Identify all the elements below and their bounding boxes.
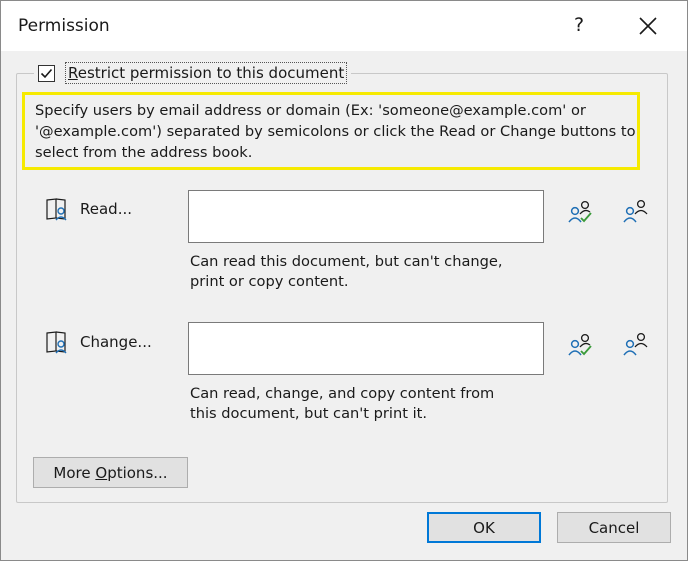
check-names-icon[interactable]	[567, 199, 595, 225]
change-button[interactable]: Change...	[44, 329, 152, 355]
checkmark-icon	[40, 68, 53, 78]
address-book-icon	[46, 331, 67, 354]
restrict-permission-label[interactable]: Restrict permission to this document	[65, 62, 348, 84]
title-bar: Permission ?	[1, 1, 687, 51]
address-book-icon	[46, 198, 67, 221]
change-description-line: Can read, change, and copy content from	[190, 385, 495, 402]
dialog-title: Permission	[18, 16, 110, 36]
read-description: Can read this document, but can't change…	[190, 252, 570, 292]
change-description-line: this document, but can't print it.	[190, 405, 427, 422]
more-options-label-pre: More	[53, 463, 96, 482]
close-button[interactable]	[631, 10, 665, 42]
instructions-box: Specify users by email address or domain…	[22, 92, 640, 170]
restrict-permission-row[interactable]: Restrict permission to this document	[34, 60, 352, 86]
change-description: Can read, change, and copy content from …	[190, 384, 570, 424]
read-users-input[interactable]	[188, 190, 544, 243]
cancel-button[interactable]: Cancel	[557, 512, 671, 543]
help-button[interactable]: ?	[564, 10, 594, 40]
read-description-line: print or copy content.	[190, 273, 349, 290]
restrict-label-accelerator: R	[68, 64, 78, 82]
read-description-line: Can read this document, but can't change…	[190, 253, 503, 270]
address-book-users-icon[interactable]	[622, 331, 650, 357]
read-button-label: Read...	[80, 200, 132, 218]
change-users-input[interactable]	[188, 322, 544, 375]
ok-button[interactable]: OK	[427, 512, 541, 543]
more-options-label-post: ptions...	[107, 463, 168, 482]
restrict-label-text: estrict permission to this document	[77, 64, 345, 82]
more-options-button[interactable]: More Options...	[33, 457, 188, 488]
change-button-label: Change...	[80, 333, 152, 351]
more-options-label-accel: O	[95, 463, 108, 482]
restrict-permission-checkbox[interactable]	[38, 64, 55, 82]
check-names-icon[interactable]	[567, 332, 595, 358]
close-icon	[639, 17, 657, 35]
address-book-users-icon[interactable]	[622, 198, 650, 224]
read-button[interactable]: Read...	[44, 196, 132, 222]
